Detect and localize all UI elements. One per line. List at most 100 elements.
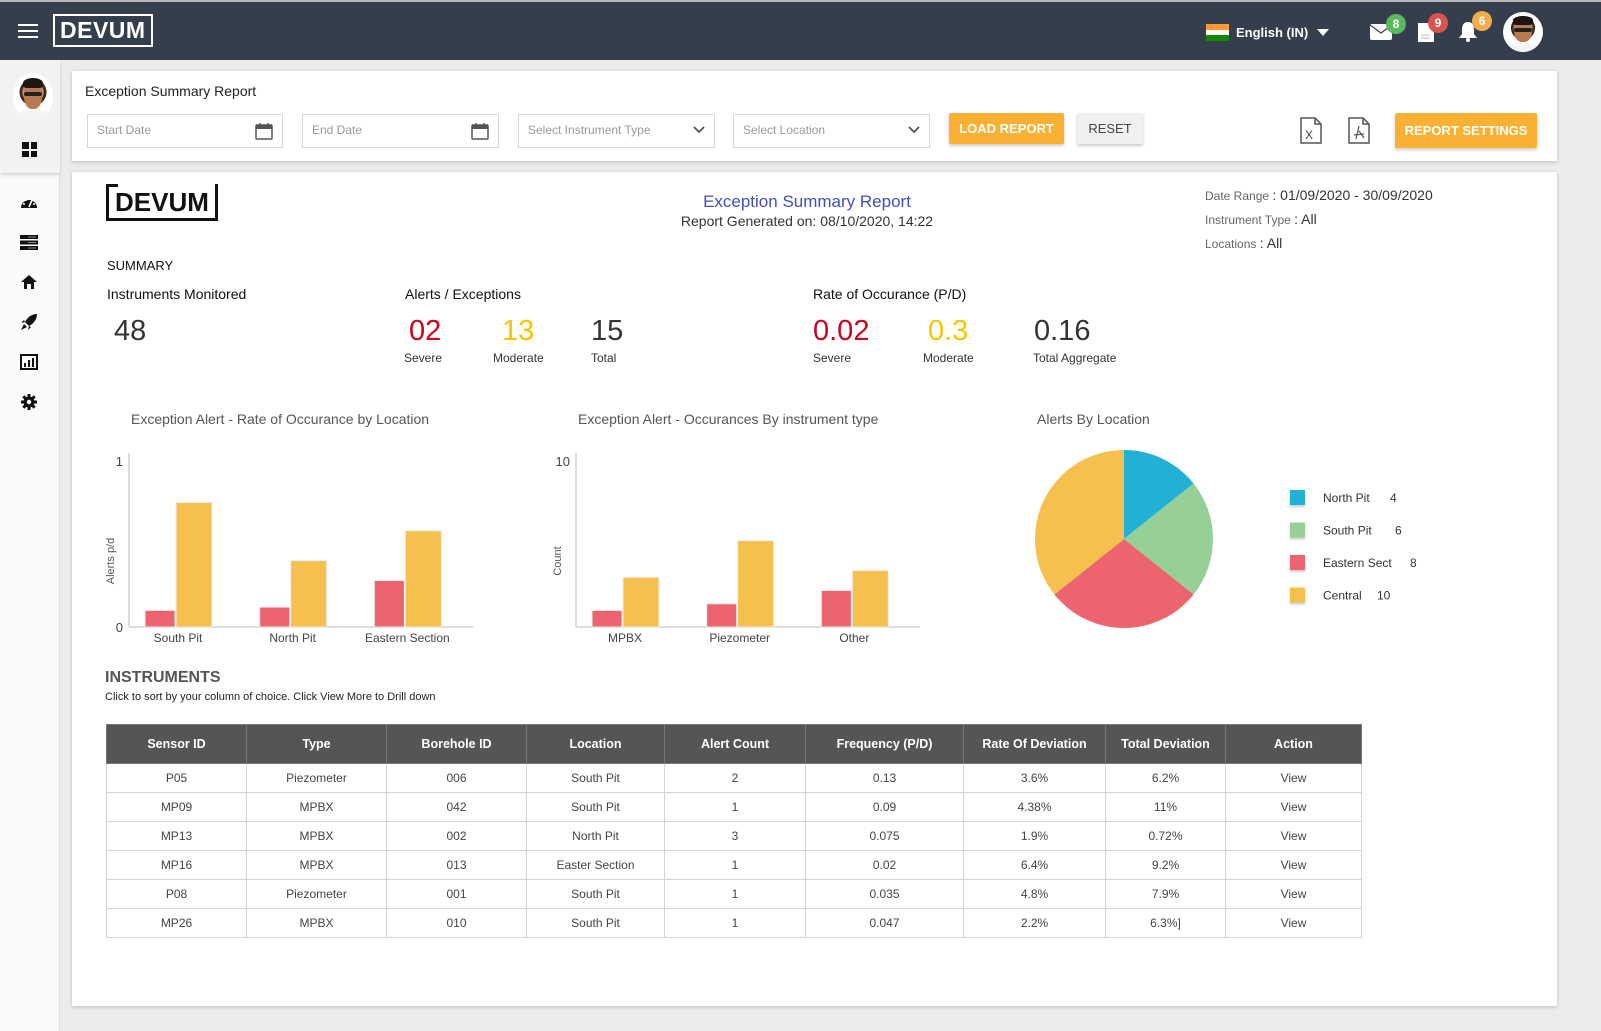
bar-severe-south-pit[interactable] (144, 609, 176, 628)
x-tick-label: Piezometer (709, 631, 770, 645)
sidebar-item-launch[interactable] (19, 312, 39, 332)
view-link[interactable]: View (1225, 792, 1362, 822)
user-avatar[interactable] (1503, 12, 1543, 52)
column-header[interactable]: Sensor ID (106, 724, 247, 764)
y-tick-label: 1 (116, 454, 123, 469)
end-date-input[interactable]: End Date (302, 114, 499, 148)
column-header[interactable]: Borehole ID (386, 724, 527, 764)
x-tick-label: Other (839, 631, 869, 645)
sidebar-item-home[interactable] (19, 272, 39, 292)
table-cell: MP26 (106, 908, 247, 938)
table-cell: MPBX (246, 908, 387, 938)
report-logo-text: DEVUM (115, 187, 209, 217)
location-select[interactable]: Select Location (733, 114, 930, 148)
table-cell: 010 (386, 908, 527, 938)
bar-severe-piezometer[interactable] (706, 603, 738, 628)
bar-severe-north-pit[interactable] (259, 606, 291, 628)
bar-severe-other[interactable] (820, 589, 852, 628)
rocket-icon (21, 314, 37, 330)
view-link[interactable]: View (1225, 879, 1362, 909)
legend-value: 10 (1377, 589, 1391, 603)
sidebar-item-dashboard[interactable] (19, 192, 39, 212)
x-tick-label: South Pit (154, 631, 203, 645)
server-list-icon (20, 234, 38, 250)
table-row: P05 Piezometer 006 South Pit 2 0.13 3.6% 6.2% Vi… (106, 763, 1362, 793)
bar-severe-eastern-section[interactable] (373, 580, 405, 628)
x-tick-label: Eastern Section (365, 631, 450, 645)
reset-button[interactable]: RESET (1077, 113, 1143, 144)
language-label: English (IN) (1236, 25, 1309, 40)
view-link[interactable]: View (1225, 821, 1362, 851)
table-cell: 4.8% (963, 879, 1106, 909)
table-cell: 1 (664, 908, 806, 938)
table-header-row: Sensor ID Type Borehole ID Location Alert Co… (106, 724, 1362, 764)
table-cell: P05 (106, 763, 247, 793)
sidebar-item-servers[interactable] (19, 232, 39, 252)
column-header[interactable]: Action (1225, 724, 1362, 764)
hamburger-menu-icon[interactable] (18, 24, 38, 38)
table-cell: 2 (664, 763, 806, 793)
report-title: Exception Summary Report (703, 192, 911, 211)
table-cell: Piezometer (246, 763, 387, 793)
instrument-type-select[interactable]: Select Instrument Type (518, 114, 715, 148)
calendar-icon[interactable] (471, 122, 489, 140)
report-panel: DEVUM Exception Summary Report Report Ge… (72, 172, 1557, 1006)
bar-moderate-mpbx[interactable] (622, 576, 660, 628)
app-logo[interactable]: DEVUM (53, 14, 153, 47)
bar-severe-mpbx[interactable] (591, 609, 623, 628)
sidebar-avatar[interactable] (13, 73, 53, 121)
mail-button[interactable]: 8 (1369, 14, 1406, 45)
legend-label: South Pit (1323, 524, 1372, 538)
bar-moderate-south-pit[interactable] (175, 502, 213, 628)
bar-moderate-north-pit[interactable] (290, 560, 328, 628)
column-header[interactable]: Rate Of Deviation (963, 724, 1106, 764)
table-cell: North Pit (526, 821, 665, 851)
bar-moderate-piezometer[interactable] (737, 540, 775, 628)
legend-label: Eastern Sect (1323, 556, 1392, 570)
apps-grid-icon[interactable] (22, 142, 37, 157)
gear-icon (21, 394, 37, 410)
filter-panel-title: Exception Summary Report (85, 83, 257, 99)
view-link[interactable]: View (1225, 908, 1362, 938)
column-header[interactable]: Location (526, 724, 665, 764)
sidebar (0, 60, 60, 1031)
excel-export-icon[interactable]: X (1300, 117, 1322, 144)
documents-button[interactable]: 9 (1418, 13, 1448, 47)
legend-value: 8 (1410, 556, 1417, 570)
column-header[interactable]: Alert Count (664, 724, 806, 764)
location-placeholder: Select Location (743, 123, 826, 137)
sidebar-item-reports[interactable] (19, 352, 39, 372)
table-cell: MP09 (106, 792, 247, 822)
calendar-icon[interactable] (255, 122, 273, 140)
table-cell: 001 (386, 879, 527, 909)
column-header[interactable]: Type (246, 724, 387, 764)
meta-value: : All (1294, 211, 1317, 227)
column-header[interactable]: Frequency (P/D) (805, 724, 964, 764)
legend-label: Central (1323, 589, 1362, 603)
column-header[interactable]: Total Deviation (1105, 724, 1226, 764)
table-cell: 0.075 (805, 821, 964, 851)
bar-moderate-eastern-section[interactable] (404, 530, 442, 628)
notifications-button[interactable]: 6 (1458, 11, 1492, 47)
sidebar-item-settings[interactable] (19, 392, 39, 412)
table-row: MP26 MPBX 010 South Pit 1 0.047 2.2% 6.3%] View (106, 908, 1362, 938)
chart3-title: Alerts By Location (1037, 411, 1150, 427)
start-date-input[interactable]: Start Date (87, 114, 283, 148)
view-link[interactable]: View (1225, 763, 1362, 793)
table-cell: 0.72% (1105, 821, 1226, 851)
y-axis-label: Count (552, 546, 564, 575)
table-cell: 9.2% (1105, 850, 1226, 880)
legend-swatch (1290, 522, 1305, 538)
meta-instrument-type: Instrument Type : All (1205, 208, 1433, 232)
view-link[interactable]: View (1225, 850, 1362, 880)
pdf-export-icon[interactable] (1348, 117, 1370, 144)
language-selector[interactable]: English (IN) (1206, 24, 1330, 42)
rate-moderate-label: Moderate (923, 351, 974, 365)
report-settings-button[interactable]: REPORT SETTINGS (1395, 113, 1537, 148)
table-cell: 0.02 (805, 850, 964, 880)
meta-label: Instrument Type (1205, 213, 1291, 227)
load-report-button[interactable]: LOAD REPORT (949, 113, 1064, 144)
svg-text:X: X (1305, 128, 1313, 142)
bar-chart-icon (20, 354, 38, 370)
bar-moderate-other[interactable] (851, 570, 889, 628)
